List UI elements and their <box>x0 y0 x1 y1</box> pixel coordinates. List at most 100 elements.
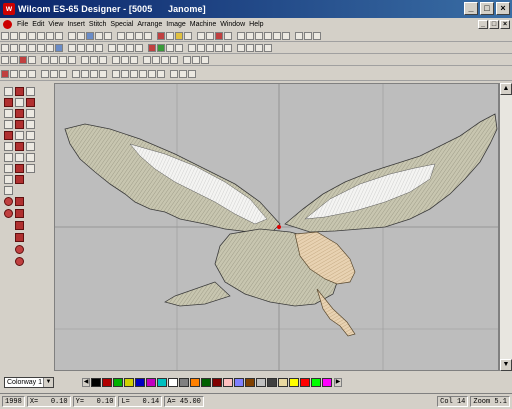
mirror-h-icon[interactable] <box>19 44 27 52</box>
grid-icon[interactable] <box>117 32 125 40</box>
ungroup-icon[interactable] <box>246 32 254 40</box>
pointer-icon[interactable] <box>1 56 9 64</box>
cut-icon[interactable] <box>37 32 45 40</box>
arrow-icon[interactable] <box>10 56 18 64</box>
star-icon[interactable] <box>99 56 107 64</box>
trace-icon[interactable] <box>264 44 272 52</box>
spiral-tool-icon[interactable] <box>15 245 24 254</box>
sculpture-tool-icon[interactable] <box>15 164 24 173</box>
skew-icon[interactable] <box>192 56 200 64</box>
ellipse-tool-icon[interactable] <box>26 131 35 140</box>
input-c-icon[interactable] <box>59 56 67 64</box>
doc-minimize-button[interactable]: _ <box>478 20 488 29</box>
center-icon[interactable] <box>99 69 107 78</box>
palette-swatch-6[interactable] <box>146 377 156 387</box>
photo-flash-icon[interactable] <box>15 153 24 162</box>
dot-tool-icon[interactable] <box>15 257 24 266</box>
menu-image[interactable]: Image <box>164 21 187 28</box>
triple-run-icon[interactable] <box>117 44 125 52</box>
delete-point-icon[interactable] <box>130 69 138 78</box>
palette-right-icon[interactable]: ▶ <box>334 377 342 387</box>
show-bitmap-icon[interactable] <box>184 32 192 40</box>
complex-fill-icon[interactable] <box>26 98 35 107</box>
input-a-icon[interactable] <box>41 56 49 64</box>
zoom-in-icon[interactable] <box>95 32 103 40</box>
palette-swatch-20[interactable] <box>300 377 310 387</box>
zigzag-tool-icon[interactable] <box>15 221 24 230</box>
menu-arrange[interactable]: Arrange <box>135 21 164 28</box>
branch-icon[interactable] <box>237 44 245 52</box>
palette-swatch-14[interactable] <box>234 377 244 387</box>
palette-swatch-12[interactable] <box>212 377 222 387</box>
design-canvas[interactable] <box>54 83 499 371</box>
menu-edit[interactable]: Edit <box>30 21 46 28</box>
tie-in-icon[interactable] <box>215 44 223 52</box>
palette-left-icon[interactable]: ◀ <box>82 377 90 387</box>
outline-tool-icon[interactable] <box>4 186 13 195</box>
menu-help[interactable]: Help <box>247 21 265 28</box>
auto-border-icon[interactable] <box>26 153 35 162</box>
weld-icon[interactable] <box>255 44 263 52</box>
align-bottom-icon[interactable] <box>59 69 67 78</box>
input-b-icon[interactable] <box>50 56 58 64</box>
scale-icon[interactable] <box>55 44 63 52</box>
ellipse-icon[interactable] <box>90 56 98 64</box>
menu-machine[interactable]: Machine <box>188 21 218 28</box>
close-button[interactable]: × <box>496 2 510 15</box>
menu-stitch[interactable]: Stitch <box>87 21 109 28</box>
array-icon[interactable] <box>161 56 169 64</box>
density-icon[interactable] <box>188 44 196 52</box>
arrange-icon[interactable] <box>143 56 151 64</box>
stitch-add-icon[interactable] <box>179 69 187 78</box>
add-point-icon[interactable] <box>121 69 129 78</box>
palette-swatch-11[interactable] <box>201 377 211 387</box>
align-left-icon[interactable] <box>197 32 205 40</box>
underlay-icon[interactable] <box>166 44 174 52</box>
help-icon[interactable] <box>313 32 321 40</box>
hoop-icon[interactable] <box>126 32 134 40</box>
color-select-icon[interactable] <box>148 44 156 52</box>
corner-icon[interactable] <box>148 69 156 78</box>
stitch-delete-icon[interactable] <box>188 69 196 78</box>
copy-icon[interactable] <box>46 32 54 40</box>
new-file-icon[interactable] <box>1 32 9 40</box>
lettering-tool-icon[interactable] <box>15 142 24 151</box>
properties-icon[interactable] <box>304 32 312 40</box>
palette-swatch-21[interactable] <box>311 377 321 387</box>
stitch-player-icon[interactable] <box>157 32 165 40</box>
tie-off-icon[interactable] <box>224 44 232 52</box>
print-icon[interactable] <box>28 32 36 40</box>
turning-satin-icon[interactable] <box>15 120 24 129</box>
select-tool-icon[interactable] <box>4 87 13 96</box>
unlock-icon[interactable] <box>264 32 272 40</box>
show-outlines-icon[interactable] <box>175 32 183 40</box>
zoom-icon[interactable] <box>86 32 94 40</box>
hide-icon[interactable] <box>273 32 281 40</box>
red-brush-icon[interactable] <box>1 69 9 78</box>
auto-fabric-icon[interactable] <box>157 44 165 52</box>
palette-swatch-2[interactable] <box>102 377 112 387</box>
group-icon[interactable] <box>237 32 245 40</box>
colorway-select[interactable]: Colorway 1 ▼ <box>4 377 54 388</box>
scroll-down-icon[interactable]: ▼ <box>500 359 512 371</box>
palette-swatch-10[interactable] <box>190 377 200 387</box>
wand-icon[interactable] <box>19 69 27 78</box>
undo-icon[interactable] <box>68 32 76 40</box>
cut-tool-icon[interactable] <box>4 120 13 129</box>
manual-tool-icon[interactable] <box>15 109 24 118</box>
ruler-icon[interactable] <box>135 32 143 40</box>
save-icon[interactable] <box>19 32 27 40</box>
red-circle-icon[interactable] <box>4 197 13 206</box>
smooth-icon[interactable] <box>157 69 165 78</box>
lettering-icon[interactable] <box>135 44 143 52</box>
diagonal-tool-icon[interactable] <box>15 209 24 218</box>
stop-tool-icon[interactable] <box>4 209 13 218</box>
palette-swatch-3[interactable] <box>113 377 123 387</box>
node-edit-icon[interactable] <box>28 69 36 78</box>
document-icon[interactable] <box>3 19 12 29</box>
column-b-icon[interactable] <box>15 98 24 107</box>
menu-file[interactable]: File <box>15 21 30 28</box>
palette-swatch-8[interactable] <box>168 377 178 387</box>
menu-window[interactable]: Window <box>218 21 247 28</box>
minimize-button[interactable]: _ <box>464 2 478 15</box>
